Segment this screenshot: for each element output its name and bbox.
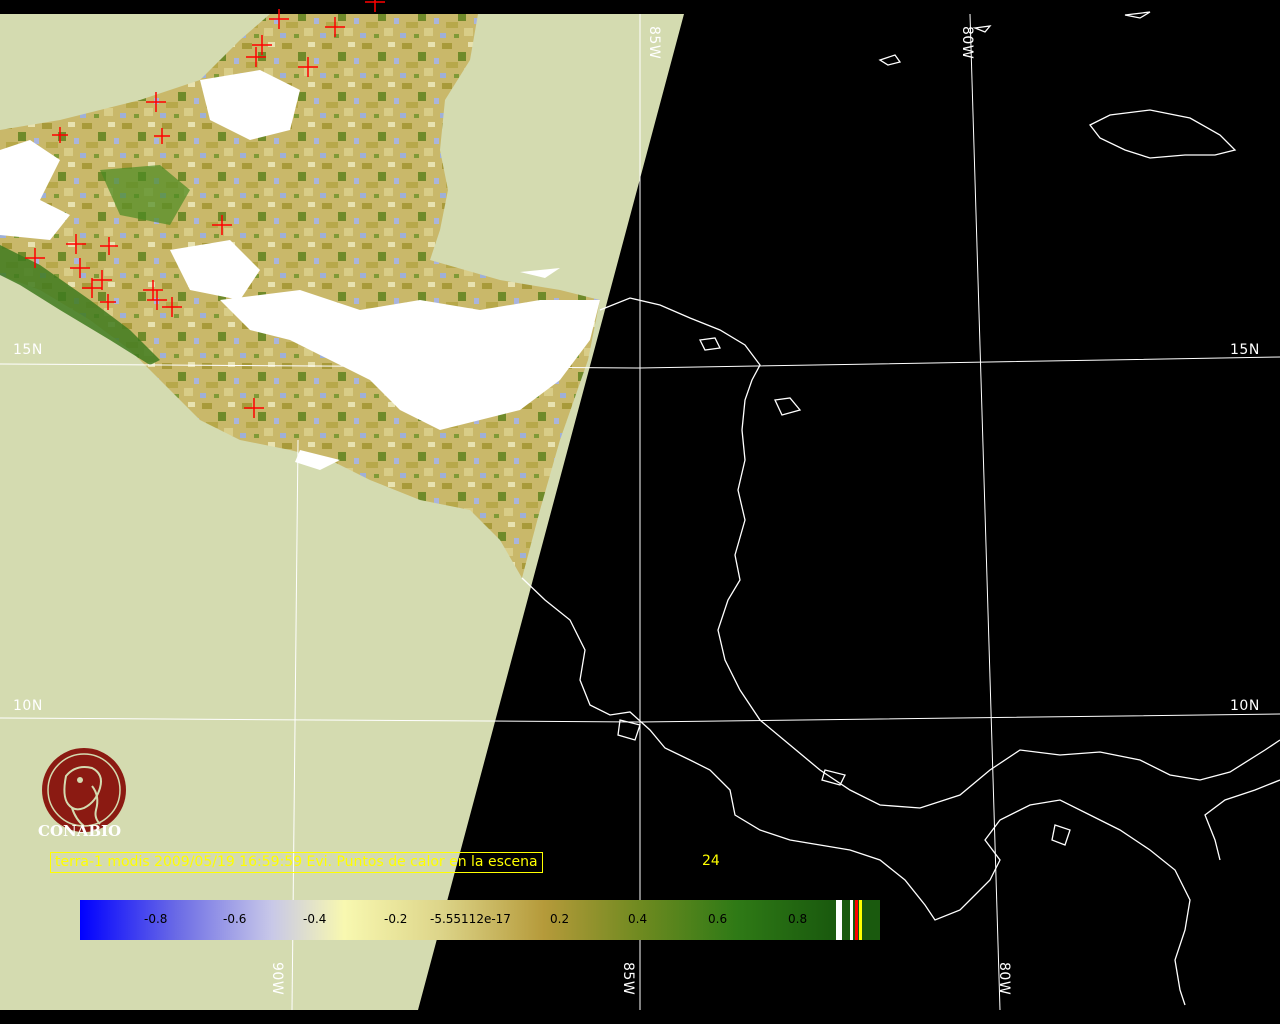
evi-colorbar: -0.8 -0.6 -0.4 -0.2 -5.55112e-17 0.2 0.4… xyxy=(80,900,880,940)
colorbar-tick: -0.2 xyxy=(384,912,408,926)
latitude-label: 10N xyxy=(13,698,43,714)
colorbar-tick: 0.6 xyxy=(708,912,728,926)
colorbar-tick: 0.4 xyxy=(628,912,648,926)
conabio-logo-text: CONABIO xyxy=(38,822,122,840)
longitude-label: 85W xyxy=(646,26,662,60)
longitude-label: 80W xyxy=(996,962,1012,996)
colorbar-tick: -5.55112e-17 xyxy=(430,912,511,926)
longitude-label: 80W xyxy=(959,26,975,60)
longitude-label: 85W xyxy=(620,962,636,996)
latitude-label: 10N xyxy=(1230,698,1260,714)
colorbar-tick: 0.8 xyxy=(788,912,808,926)
hotspot-count: 24 xyxy=(702,853,720,869)
colorbar-tick: -0.4 xyxy=(303,912,327,926)
colorbar-tick: 0.2 xyxy=(550,912,570,926)
latitude-label: 15N xyxy=(1230,342,1260,358)
longitude-label: 90W xyxy=(269,962,285,996)
colorbar-tick: -0.6 xyxy=(223,912,247,926)
scene-caption: terra-1 modis 2009/05/19 16:59:59 Evi. P… xyxy=(50,852,543,873)
colorbar-tick: -0.8 xyxy=(144,912,168,926)
latitude-label: 15N xyxy=(13,342,43,358)
